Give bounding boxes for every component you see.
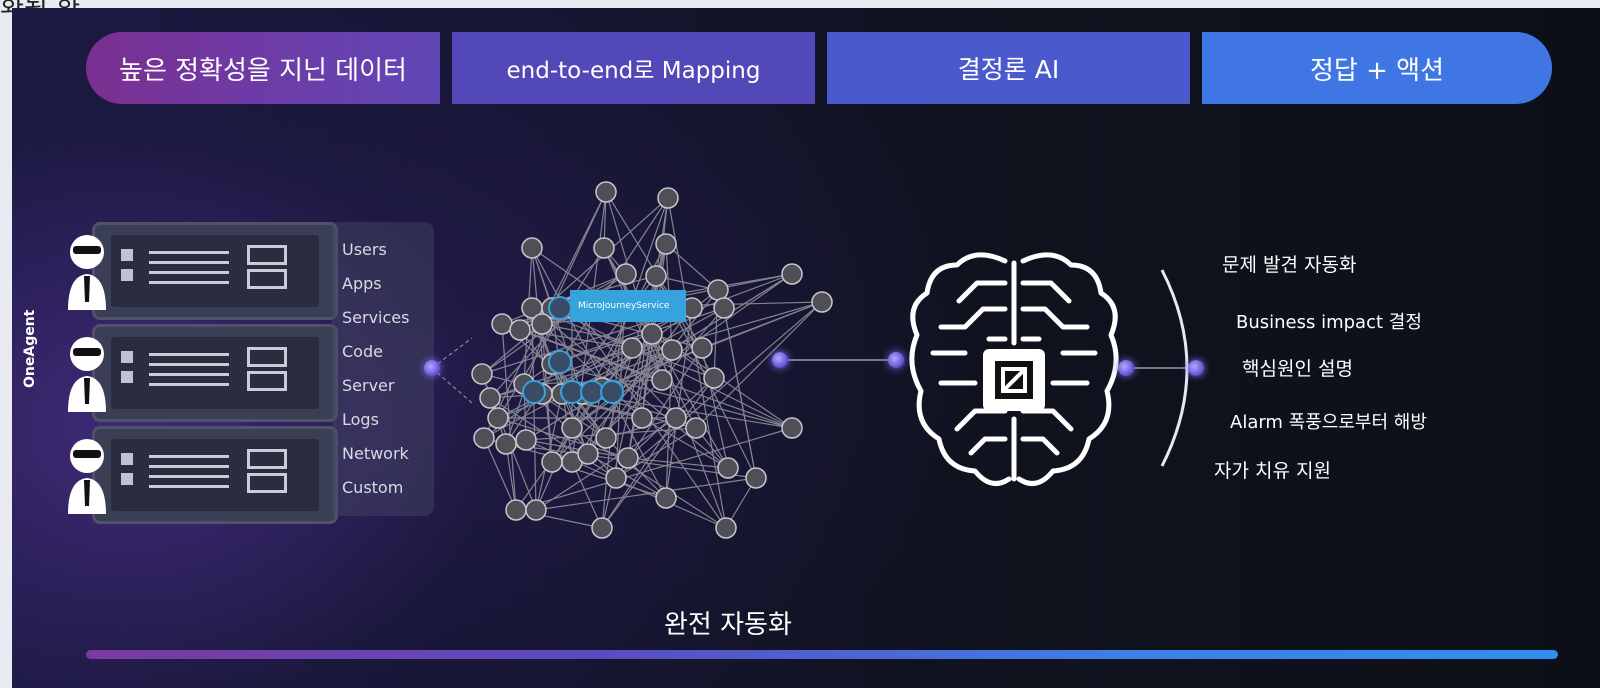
connector-dot xyxy=(1118,360,1134,376)
graph-node xyxy=(531,313,553,335)
diagram-panel: 높은 정확성을 지닌 데이터 end-to-end로 Mapping 결정론 A… xyxy=(12,8,1600,688)
graph-node xyxy=(651,369,673,391)
graph-node xyxy=(685,417,707,439)
graph-node xyxy=(781,417,803,439)
graph-node xyxy=(487,407,509,429)
graph-node xyxy=(541,451,563,473)
highlight-node xyxy=(548,350,572,374)
connector-dot xyxy=(424,360,440,376)
graph-node xyxy=(691,337,713,359)
graph-node xyxy=(505,499,527,521)
graph-node xyxy=(473,427,495,449)
graph-node xyxy=(655,487,677,509)
graph-node xyxy=(717,457,739,479)
graph-node xyxy=(593,237,615,259)
graph-node xyxy=(595,181,617,203)
graph-node xyxy=(703,367,725,389)
highlight-node xyxy=(580,380,604,404)
graph-node xyxy=(657,187,679,209)
graph-node xyxy=(479,387,501,409)
graph-node xyxy=(665,407,687,429)
graph-node xyxy=(621,337,643,359)
graph-node xyxy=(615,263,637,285)
outcome-item: 자가 치유 지원 xyxy=(1214,460,1331,482)
highlight-node xyxy=(560,380,584,404)
connector-dot xyxy=(888,352,904,368)
graph-node xyxy=(525,499,547,521)
highlight-node xyxy=(522,380,546,404)
outcome-item: Business impact 결정 xyxy=(1236,312,1422,333)
connector-dot xyxy=(772,352,788,368)
graph-node xyxy=(781,263,803,285)
graph-node xyxy=(617,447,639,469)
graph-node xyxy=(713,297,735,319)
graph-node xyxy=(661,339,683,361)
highlight-node xyxy=(600,380,624,404)
graph-node xyxy=(745,467,767,489)
outcome-item: 문제 발견 자동화 xyxy=(1222,254,1357,276)
graph-node xyxy=(631,407,653,429)
outcome-item: 핵심원인 설명 xyxy=(1242,358,1353,380)
highlight-service-tag: MicroJourneyService xyxy=(570,290,686,322)
graph-node xyxy=(605,467,627,489)
brain-chip-icon xyxy=(909,252,1119,486)
graph-node xyxy=(471,363,493,385)
graph-node xyxy=(707,279,729,301)
graph-node xyxy=(641,323,663,345)
graph-node xyxy=(715,517,737,539)
graph-node xyxy=(491,313,513,335)
footer-label: 완전 자동화 xyxy=(664,610,792,640)
graph-node xyxy=(645,265,667,287)
topology-graph xyxy=(431,181,1196,539)
outcome-item: Alarm 폭풍으로부터 해방 xyxy=(1230,412,1427,433)
graph-node xyxy=(591,517,613,539)
graph-node xyxy=(595,427,617,449)
graph-node xyxy=(495,433,517,455)
graph-node xyxy=(521,237,543,259)
highlight-node xyxy=(548,296,572,320)
graph-node xyxy=(509,319,531,341)
graph-node xyxy=(577,443,599,465)
graph-node xyxy=(655,233,677,255)
connector-dot xyxy=(1188,360,1204,376)
footer-progress-bar xyxy=(86,650,1558,659)
graph-node xyxy=(515,429,537,451)
graph-node xyxy=(811,291,833,313)
graph-node xyxy=(561,417,583,439)
